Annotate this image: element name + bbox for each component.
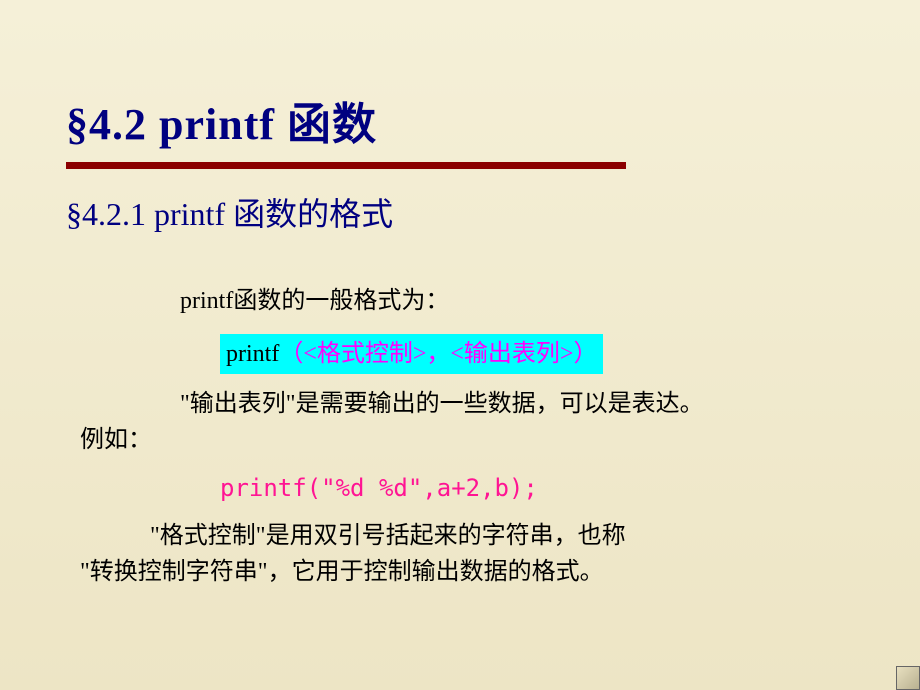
output-desc-line1: "输出表列"是需要输出的一些数据，可以是表达。 (80, 386, 860, 422)
syntax-params: （<格式控制>，<输出表列>） (279, 341, 597, 367)
syntax-highlight: printf（<格式控制>，<输出表列>） (220, 334, 603, 374)
example-code: printf("%d %d",a+2,b); (80, 470, 860, 506)
subtitle: §4.2.1 printf 函数的格式 (0, 169, 920, 235)
format-desc-line1: "格式控制"是用双引号括起来的字符串，也称 (80, 518, 860, 554)
output-desc-line2: 例如： (80, 422, 860, 458)
title-underline (66, 162, 626, 169)
corner-decoration (896, 666, 920, 690)
content-area: printf函数的一般格式为： printf（<格式控制>，<输出表列>） "输… (0, 235, 920, 590)
main-title: §4.2 printf 函数 (0, 0, 920, 152)
printf-keyword: printf (226, 341, 279, 367)
intro-text: printf函数的一般格式为： (80, 283, 860, 319)
format-desc-line2: "转换控制字符串"，它用于控制输出数据的格式。 (80, 554, 860, 590)
